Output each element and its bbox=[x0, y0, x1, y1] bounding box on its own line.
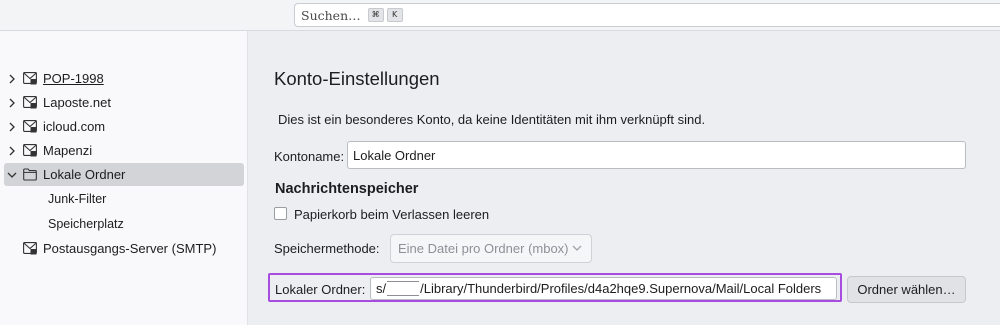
account-settings-panel: Konto-Einstellungen Dies ist ein besonde… bbox=[248, 31, 1000, 325]
choose-folder-button[interactable]: Ordner wählen… bbox=[847, 276, 966, 303]
search-placeholder: Suchen… bbox=[301, 7, 361, 23]
folder-icon bbox=[23, 168, 37, 181]
account-label: Lokale Ordner bbox=[43, 167, 126, 182]
command-key-badge: ⌘ bbox=[367, 8, 384, 22]
local-folder-label: Lokaler Ordner: bbox=[275, 282, 366, 297]
storage-method-select[interactable]: Eine Datei pro Ordner (mbox) bbox=[390, 234, 592, 263]
account-name-value: Lokale Ordner bbox=[353, 147, 436, 163]
account-row-local-folders[interactable]: Lokale Ordner bbox=[4, 163, 244, 186]
account-description: Dies ist ein besonderes Konto, da keine … bbox=[278, 112, 706, 127]
chevron-right-icon[interactable] bbox=[7, 146, 17, 156]
chevron-down-icon[interactable] bbox=[7, 170, 17, 180]
account-label: icloud.com bbox=[43, 119, 106, 134]
smtp-label: Postausgangs-Server (SMTP) bbox=[43, 241, 217, 256]
account-name-label: Kontoname: bbox=[274, 149, 345, 164]
sidebar-item-disk-space[interactable]: Speicherplatz bbox=[48, 213, 124, 236]
redacted-username bbox=[387, 281, 420, 296]
account-row-pop-1998[interactable]: POP-1998 bbox=[4, 67, 244, 90]
storage-method-value: Eine Datei pro Ordner (mbox) bbox=[398, 241, 569, 256]
mail-account-icon bbox=[23, 120, 37, 133]
outgoing-server-icon bbox=[23, 242, 37, 255]
chevron-down-icon bbox=[572, 245, 582, 251]
storage-method-label: Speichermethode: bbox=[274, 241, 380, 256]
account-tree-sidebar: POP-1998 Laposte.net icloud.com Mapenzi bbox=[0, 31, 248, 325]
empty-trash-checkbox[interactable] bbox=[274, 207, 287, 220]
page-title: Konto-Einstellungen bbox=[274, 68, 440, 89]
sidebar-item-smtp[interactable]: Postausgangs-Server (SMTP) bbox=[4, 237, 244, 260]
account-row-laposte[interactable]: Laposte.net bbox=[4, 91, 244, 114]
local-folder-path-suffix: /Library/Thunderbird/Profiles/d4a2hqe9.S… bbox=[420, 281, 822, 296]
empty-trash-label[interactable]: Papierkorb beim Verlassen leeren bbox=[294, 207, 489, 222]
account-label: POP-1998 bbox=[43, 71, 104, 86]
local-folder-path-prefix: s/ bbox=[376, 281, 387, 296]
search-field[interactable]: Suchen… ⌘ K bbox=[294, 3, 1000, 27]
mail-account-icon bbox=[23, 144, 37, 157]
storage-section-title: Nachrichtenspeicher bbox=[275, 181, 419, 197]
account-row-mapenzi[interactable]: Mapenzi bbox=[4, 139, 244, 162]
chevron-right-icon[interactable] bbox=[7, 98, 17, 108]
chevron-right-icon[interactable] bbox=[7, 122, 17, 132]
k-key-badge: K bbox=[386, 8, 403, 22]
mail-account-icon bbox=[23, 72, 37, 85]
top-toolbar: Suchen… ⌘ K bbox=[0, 0, 1000, 31]
account-label: Laposte.net bbox=[43, 95, 111, 110]
account-name-input[interactable]: Lokale Ordner bbox=[347, 141, 966, 169]
local-folder-path-input[interactable]: s/ /Library/Thunderbird/Profiles/d4a2hqe9… bbox=[370, 277, 837, 300]
chevron-right-icon[interactable] bbox=[7, 74, 17, 84]
account-row-icloud[interactable]: icloud.com bbox=[4, 115, 244, 138]
mail-account-icon bbox=[23, 96, 37, 109]
sidebar-item-junk-filter[interactable]: Junk-Filter bbox=[48, 188, 106, 211]
account-label: Mapenzi bbox=[43, 143, 93, 158]
